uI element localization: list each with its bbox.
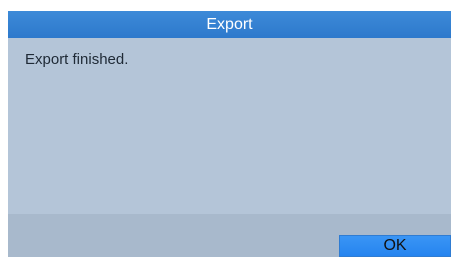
- export-status-message: Export finished.: [25, 51, 129, 68]
- dialog-title: Export: [8, 11, 451, 38]
- dialog-footer: OK: [8, 214, 451, 257]
- dialog-content: Export finished.: [8, 38, 451, 214]
- export-dialog: Export Export finished. OK: [8, 11, 451, 257]
- ok-button[interactable]: OK: [339, 235, 451, 257]
